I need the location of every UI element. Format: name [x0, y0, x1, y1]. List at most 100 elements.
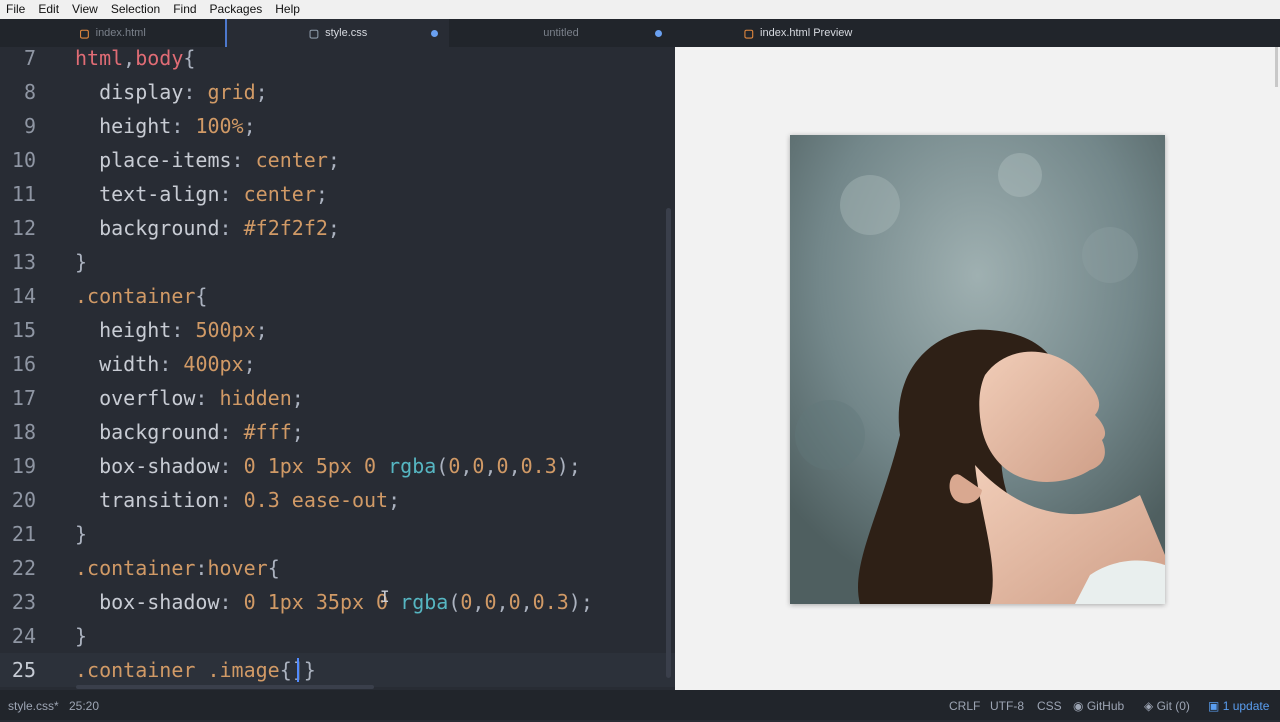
- code-text: .container{: [75, 284, 208, 308]
- line-number: 18: [11, 420, 36, 444]
- code-line-current: 25 .container .image{]}: [0, 653, 675, 687]
- tab-label: style.css: [325, 27, 368, 39]
- update-icon: ▣: [1208, 699, 1220, 713]
- code-text: width: 400px;: [99, 352, 256, 376]
- code-line: 15 height: 500px;: [0, 313, 675, 347]
- tab-label: untitled: [543, 27, 579, 39]
- code-line: 10 place-items: center;: [0, 143, 675, 177]
- menu-view[interactable]: View: [66, 0, 105, 19]
- code-text: .container:hover{: [75, 556, 280, 580]
- code-text: box-shadow: 0 1px 35px 0 rgba(0,0,0,0.3)…: [99, 590, 593, 614]
- update-label: 1 update: [1222, 699, 1270, 713]
- git-branch-icon: ◈: [1144, 699, 1154, 713]
- menu-find[interactable]: Find: [167, 0, 203, 19]
- menu-help[interactable]: Help: [269, 0, 307, 19]
- code-text: background: #fff;: [99, 420, 304, 444]
- html-preview-pane: [675, 47, 1280, 690]
- menu-file[interactable]: File: [0, 0, 32, 19]
- code-text: place-items: center;: [99, 148, 340, 172]
- container-photo[interactable]: [790, 135, 1165, 604]
- code-text: height: 100%;: [99, 114, 256, 138]
- status-encoding[interactable]: UTF-8: [990, 690, 1024, 722]
- status-grammar[interactable]: CSS: [1037, 690, 1062, 722]
- code-line: 23 box-shadow: 0 1px 35px 0 rgba(0,0,0,0…: [0, 585, 675, 619]
- git-label: Git (0): [1156, 699, 1190, 713]
- line-number: 25: [11, 658, 36, 682]
- status-github[interactable]: ◉ GitHub: [1073, 690, 1124, 722]
- line-number: 21: [11, 522, 36, 546]
- code-line: 17 overflow: hidden;: [0, 381, 675, 415]
- line-number: 13: [11, 250, 36, 274]
- code-line: 13}: [0, 245, 675, 279]
- text-cursor: [297, 658, 299, 682]
- github-icon: ◉: [1073, 699, 1084, 713]
- tab-index-html[interactable]: ▢ index.html: [0, 19, 227, 47]
- code-text: overflow: hidden;: [99, 386, 304, 410]
- code-text: text-align: center;: [99, 182, 328, 206]
- code-line: 16 width: 400px;: [0, 347, 675, 381]
- css-file-icon: ▢: [308, 27, 320, 40]
- status-cursor-position[interactable]: 25:20: [69, 690, 99, 722]
- menu-selection[interactable]: Selection: [105, 0, 167, 19]
- line-number: 19: [11, 454, 36, 478]
- line-number: 14: [11, 284, 36, 308]
- modified-indicator-icon: [431, 30, 438, 37]
- html-file-icon: ▢: [743, 27, 755, 40]
- code-line: 19 box-shadow: 0 1px 5px 0 rgba(0,0,0,0.…: [0, 449, 675, 483]
- modified-indicator-icon: [655, 30, 662, 37]
- status-git[interactable]: ◈ Git (0): [1144, 690, 1190, 722]
- line-number: 16: [11, 352, 36, 376]
- code-line: 8 display: grid;: [0, 75, 675, 109]
- code-line: 12 background: #f2f2f2;: [0, 211, 675, 245]
- vertical-scrollbar[interactable]: [666, 208, 671, 678]
- code-line: 14 .container{: [0, 279, 675, 313]
- line-number: 22: [11, 556, 36, 580]
- preview-scrollbar[interactable]: [1275, 47, 1278, 87]
- tab-untitled[interactable]: untitled: [449, 19, 673, 47]
- tab-label: index.html: [95, 27, 146, 39]
- code-line: 24}: [0, 619, 675, 653]
- line-number: 10: [11, 148, 36, 172]
- code-line: 18 background: #fff;: [0, 415, 675, 449]
- menu-packages[interactable]: Packages: [204, 0, 270, 19]
- line-number: 12: [11, 216, 36, 240]
- menu-edit[interactable]: Edit: [32, 0, 66, 19]
- line-number: 24: [11, 624, 36, 648]
- status-line-ending[interactable]: CRLF: [949, 690, 980, 722]
- code-text: transition: 0.3 ease-out;: [99, 488, 401, 512]
- line-number: 20: [11, 488, 36, 512]
- github-label: GitHub: [1086, 699, 1125, 713]
- ibeam-cursor-icon: I: [380, 587, 390, 606]
- line-number: 11: [11, 182, 36, 206]
- code-line: 11 text-align: center;: [0, 177, 675, 211]
- line-number: 23: [11, 590, 36, 614]
- menu-bar: File Edit View Selection Find Packages H…: [0, 0, 1280, 19]
- code-text: display: grid;: [99, 80, 268, 104]
- code-line: 21}: [0, 517, 675, 551]
- status-file-name[interactable]: style.css*: [8, 690, 59, 722]
- line-number: 15: [11, 318, 36, 342]
- portrait-image: [790, 135, 1165, 604]
- tab-bar: ▢ index.html ▢ style.css untitled ▢ inde…: [0, 19, 1280, 47]
- code-text: html,body{: [75, 47, 196, 70]
- line-number: 8: [23, 80, 36, 104]
- tab-style-css[interactable]: ▢ style.css: [227, 19, 449, 47]
- code-line: 9 height: 100%;: [0, 109, 675, 143]
- code-text: }: [75, 250, 88, 274]
- html-file-icon: ▢: [79, 27, 90, 40]
- code-text: box-shadow: 0 1px 5px 0 rgba(0,0,0,0.3);: [99, 454, 581, 478]
- code-editor[interactable]: 7 html,body{ 8 display: grid; 9 height: 1…: [0, 47, 675, 690]
- status-update[interactable]: ▣ 1 update: [1208, 690, 1269, 722]
- line-number: 17: [11, 386, 36, 410]
- code-line: 22 .container:hover{: [0, 551, 675, 585]
- code-text: }: [75, 522, 88, 546]
- code-text: background: #f2f2f2;: [99, 216, 340, 240]
- code-text: }: [75, 624, 88, 648]
- code-text: .container .image{]}: [75, 658, 316, 682]
- code-line: 20 transition: 0.3 ease-out;: [0, 483, 675, 517]
- line-number: 7: [23, 47, 36, 70]
- tab-preview[interactable]: ▢ index.html Preview: [673, 19, 923, 47]
- horizontal-scrollbar[interactable]: [76, 685, 374, 689]
- tab-label: index.html Preview: [760, 27, 853, 39]
- status-bar: style.css* 25:20 CRLF UTF-8 CSS ◉ GitHub…: [0, 690, 1280, 720]
